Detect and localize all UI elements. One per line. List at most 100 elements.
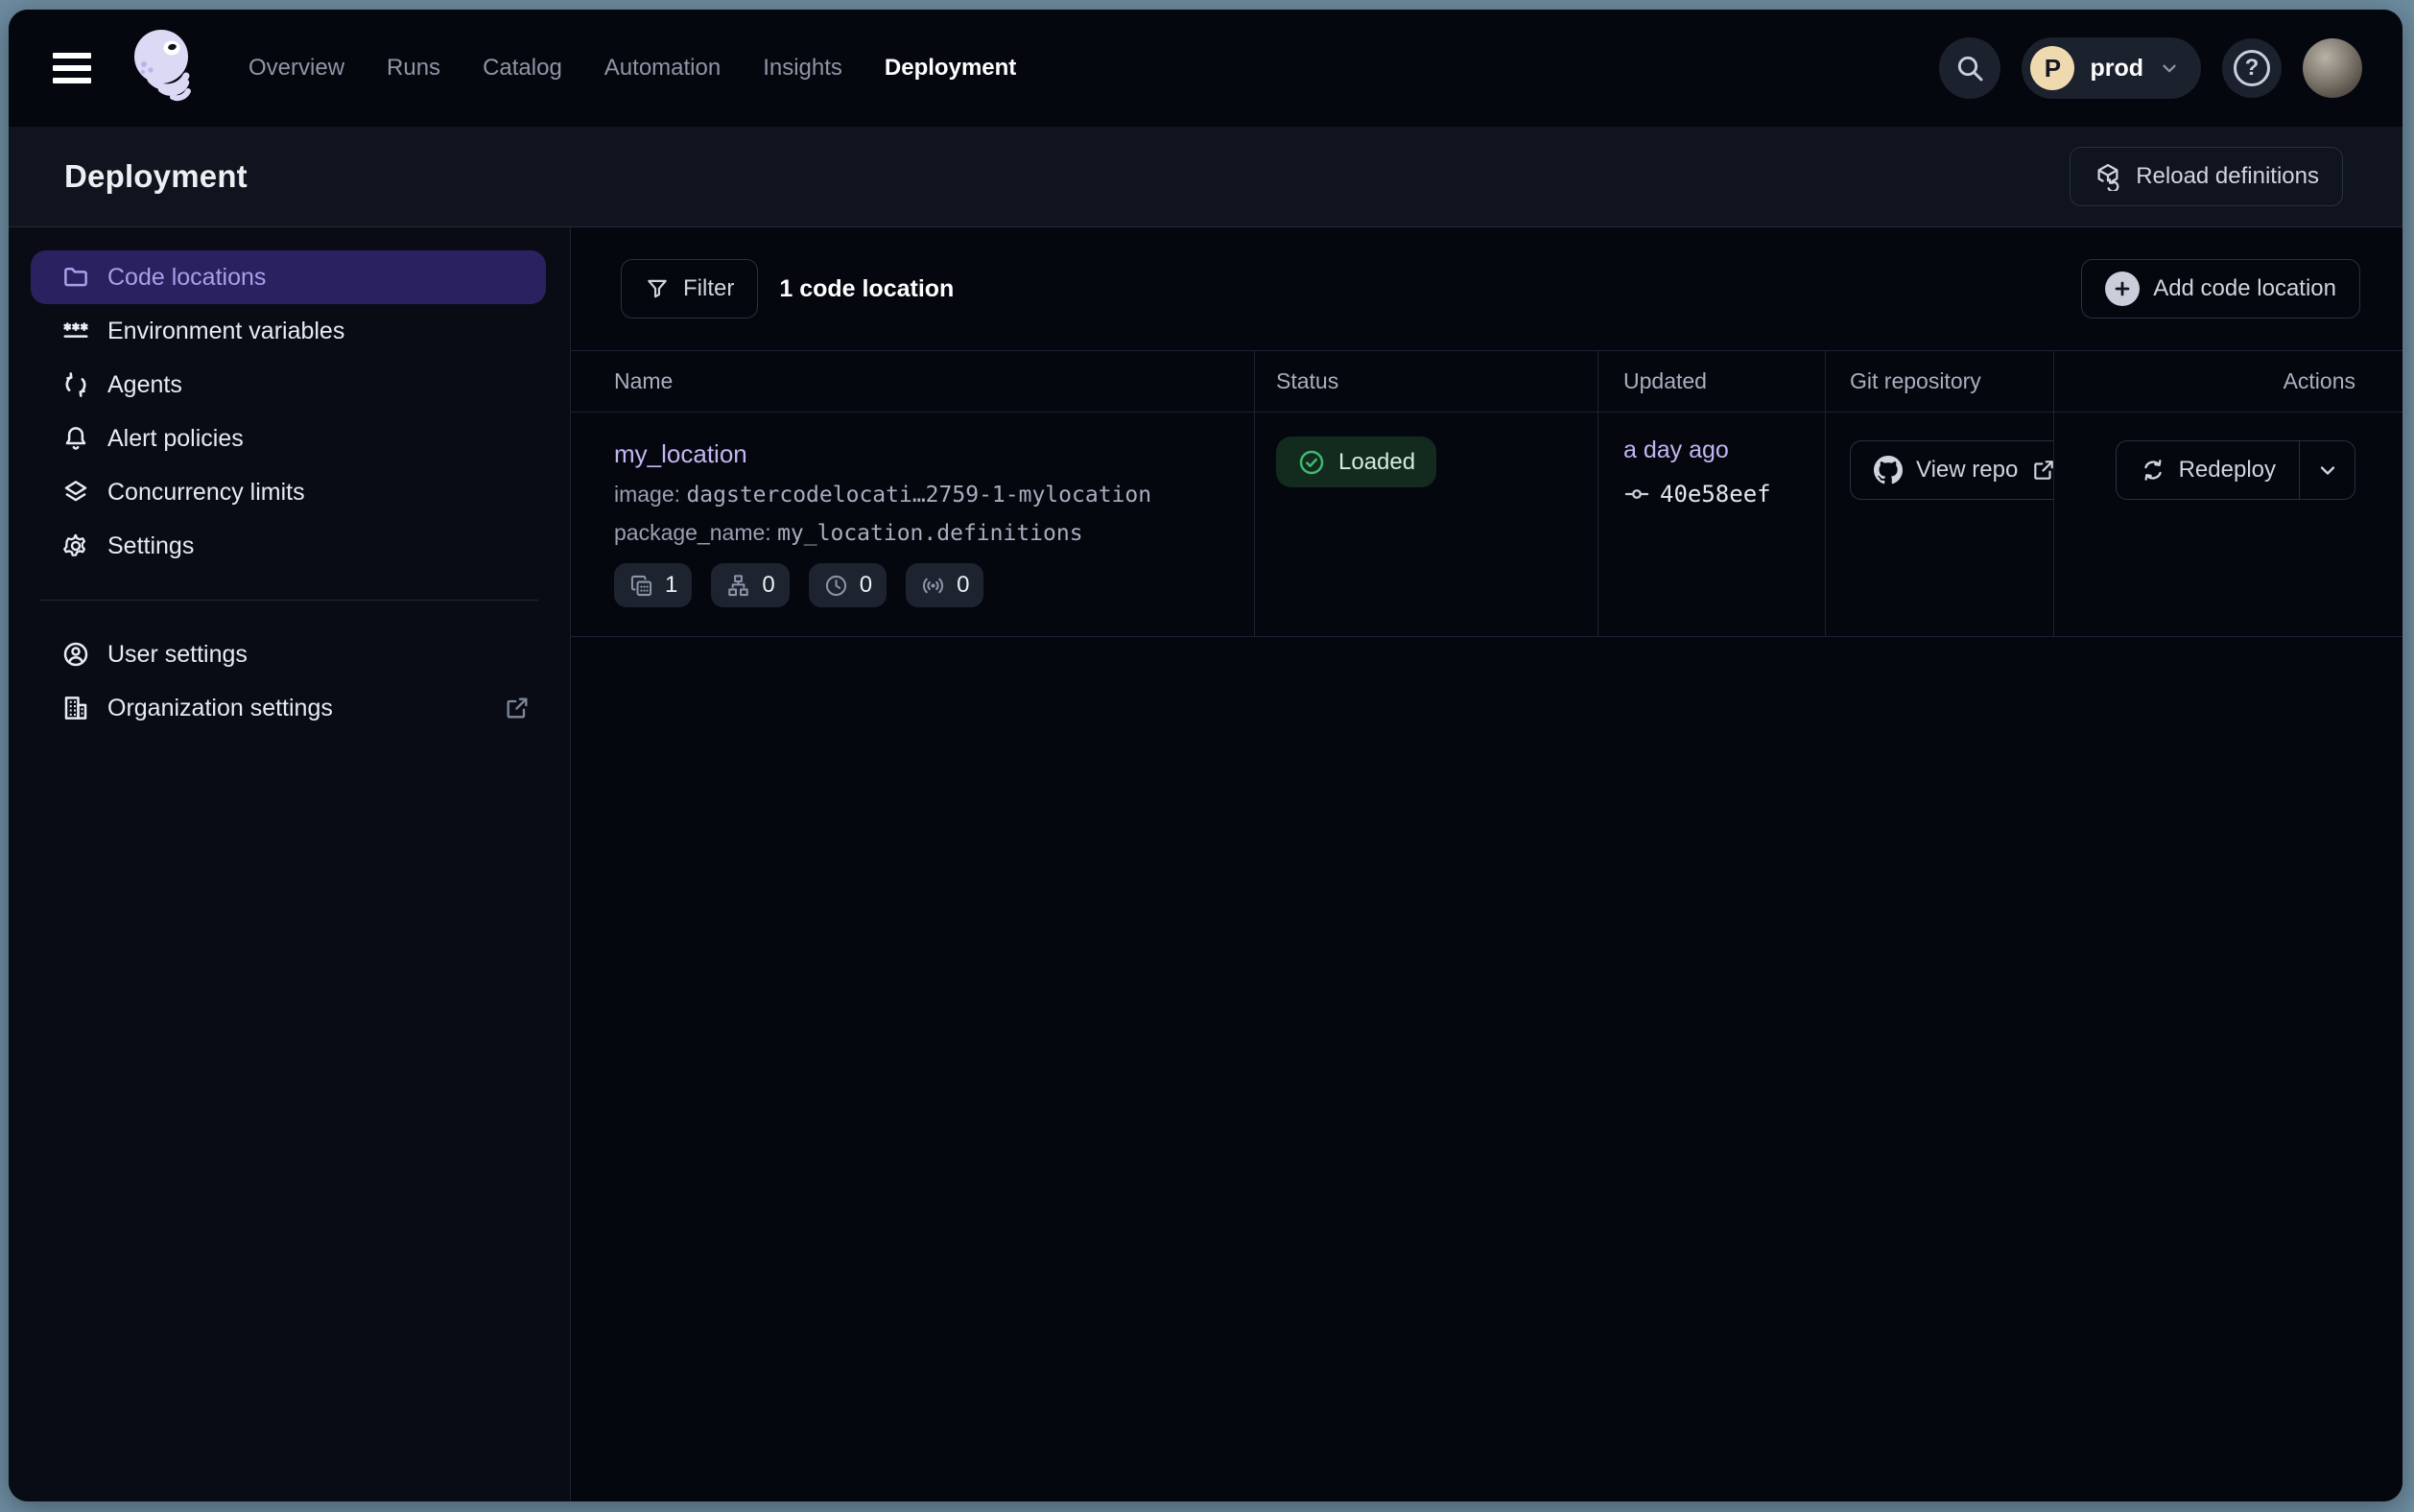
redeploy-label: Redeploy [2179,457,2276,484]
graph-icon [725,573,751,599]
commit-icon [1623,481,1650,508]
user-circle-icon [61,640,90,669]
package-line: package_name: my_location.definitions [614,520,1216,546]
sidebar-divider [40,600,538,601]
filter-button[interactable]: Filter [621,259,758,319]
nav-item-insights[interactable]: Insights [763,55,842,82]
primary-nav: Overview Runs Catalog Automation Insight… [248,55,1016,82]
definition-count-chips: 1 [614,563,1216,607]
commit-line: 40e58eef [1623,481,1825,508]
image-line: image: dagstercodelocati…2759-1-mylocati… [614,482,1216,508]
gear-icon [61,532,90,560]
assets-icon [628,573,654,599]
sidebar-item-environment-variables[interactable]: Environment variables [31,304,546,358]
redeploy-split-button: Redeploy [2116,440,2355,500]
view-repo-label: View repo [1916,457,2018,484]
updated-link[interactable]: a day ago [1623,437,1729,464]
table-header-row: Name Status Updated Git repository Actio… [571,350,2402,413]
nav-item-catalog[interactable]: Catalog [483,55,562,82]
sidebar-item-label: Alert policies [107,425,244,453]
page-title: Deployment [64,158,248,195]
schedule-icon [823,573,849,599]
filter-label: Filter [683,275,734,302]
column-header-updated: Updated [1598,351,1826,412]
sidebar-item-user-settings[interactable]: User settings [31,627,546,681]
assets-count: 1 [665,572,677,599]
add-code-location-label: Add code location [2153,275,2336,302]
layers-icon [61,478,90,507]
package-value: my_location.definitions [777,521,1083,546]
redeploy-button[interactable]: Redeploy [2117,441,2299,499]
help-button[interactable]: ? [2222,38,2282,98]
sensor-icon [920,573,946,599]
sidebar-item-label: Environment variables [107,318,344,345]
actions-cell: Redeploy [2054,413,2402,636]
jobs-count: 0 [762,572,774,599]
image-value: dagstercodelocati…2759-1-mylocation [686,483,1151,508]
dagster-logo-icon[interactable] [130,24,199,112]
add-code-location-button[interactable]: Add code location [2081,259,2360,319]
sidebar-item-label: Settings [107,532,194,560]
sidebar-item-agents[interactable]: Agents [31,358,546,412]
deployment-name: prod [2090,55,2143,83]
schedules-chip[interactable]: 0 [809,563,887,607]
chevron-down-icon [2316,459,2339,482]
env-vars-icon [61,317,90,345]
external-link-icon [504,695,531,721]
sidebar-item-organization-settings[interactable]: Organization settings [31,681,546,735]
code-locations-table: Name Status Updated Git repository Actio… [571,350,2402,637]
sidebar-item-label: Organization settings [107,695,333,722]
deployment-switcher[interactable]: P prod [2022,37,2201,99]
column-header-status: Status [1255,351,1598,412]
toolbar: Filter 1 code location Add code location [621,259,2360,319]
sidebar-item-settings[interactable]: Settings [31,519,546,573]
sidebar-item-label: Agents [107,371,182,399]
reload-definitions-button[interactable]: Reload definitions [2070,147,2343,206]
page-header: Deployment Reload definitions [9,127,2402,227]
sidebar-item-label: Code locations [107,264,266,292]
help-icon: ? [2234,50,2270,86]
sensors-chip[interactable]: 0 [906,563,983,607]
sidebar-item-label: User settings [107,641,248,669]
folder-icon [61,263,90,292]
nav-right-cluster: P prod ? [1939,37,2362,99]
status-cell: Loaded [1255,413,1598,636]
reload-definitions-label: Reload definitions [2136,163,2319,190]
search-button[interactable] [1939,37,2000,99]
code-location-link[interactable]: my_location [614,439,747,469]
user-avatar[interactable] [2303,38,2362,98]
nav-item-automation[interactable]: Automation [604,55,721,82]
view-repo-button[interactable]: View repo [1850,440,2054,500]
jobs-chip[interactable]: 0 [711,563,789,607]
sidebar-item-concurrency-limits[interactable]: Concurrency limits [31,465,546,519]
top-nav: Overview Runs Catalog Automation Insight… [9,10,2402,127]
organization-icon [61,694,90,722]
sidebar-item-code-locations[interactable]: Code locations [31,250,546,304]
git-repository-cell: View repo [1826,413,2054,636]
sidebar-item-label: Concurrency limits [107,479,305,507]
table-row: my_location image: dagstercodelocati…275… [571,413,2402,637]
chevron-down-icon [2159,58,2180,79]
app-window: Overview Runs Catalog Automation Insight… [9,10,2402,1501]
assets-chip[interactable]: 1 [614,563,692,607]
sync-icon [61,370,90,399]
sensors-count: 0 [957,572,969,599]
search-icon [1954,53,1985,83]
column-header-git: Git repository [1826,351,2054,412]
nav-item-deployment[interactable]: Deployment [885,55,1016,82]
deployment-initial-badge: P [2030,46,2074,90]
status-badge: Loaded [1276,437,1436,487]
code-locations-content: Filter 1 code location Add code location… [571,227,2402,1501]
commit-hash: 40e58eef [1660,481,1771,508]
sidebar-item-alert-policies[interactable]: Alert policies [31,412,546,465]
menu-icon[interactable] [53,52,91,84]
updated-cell: a day ago 40e58eef [1598,413,1826,636]
status-label: Loaded [1338,449,1415,476]
nav-item-overview[interactable]: Overview [248,55,344,82]
schedules-count: 0 [860,572,872,599]
nav-item-runs[interactable]: Runs [387,55,440,82]
redeploy-icon [2140,457,2166,484]
main-area: Code locations Environment variables [9,227,2402,1501]
redeploy-menu-button[interactable] [2299,441,2355,499]
plus-circle-icon [2105,272,2140,306]
